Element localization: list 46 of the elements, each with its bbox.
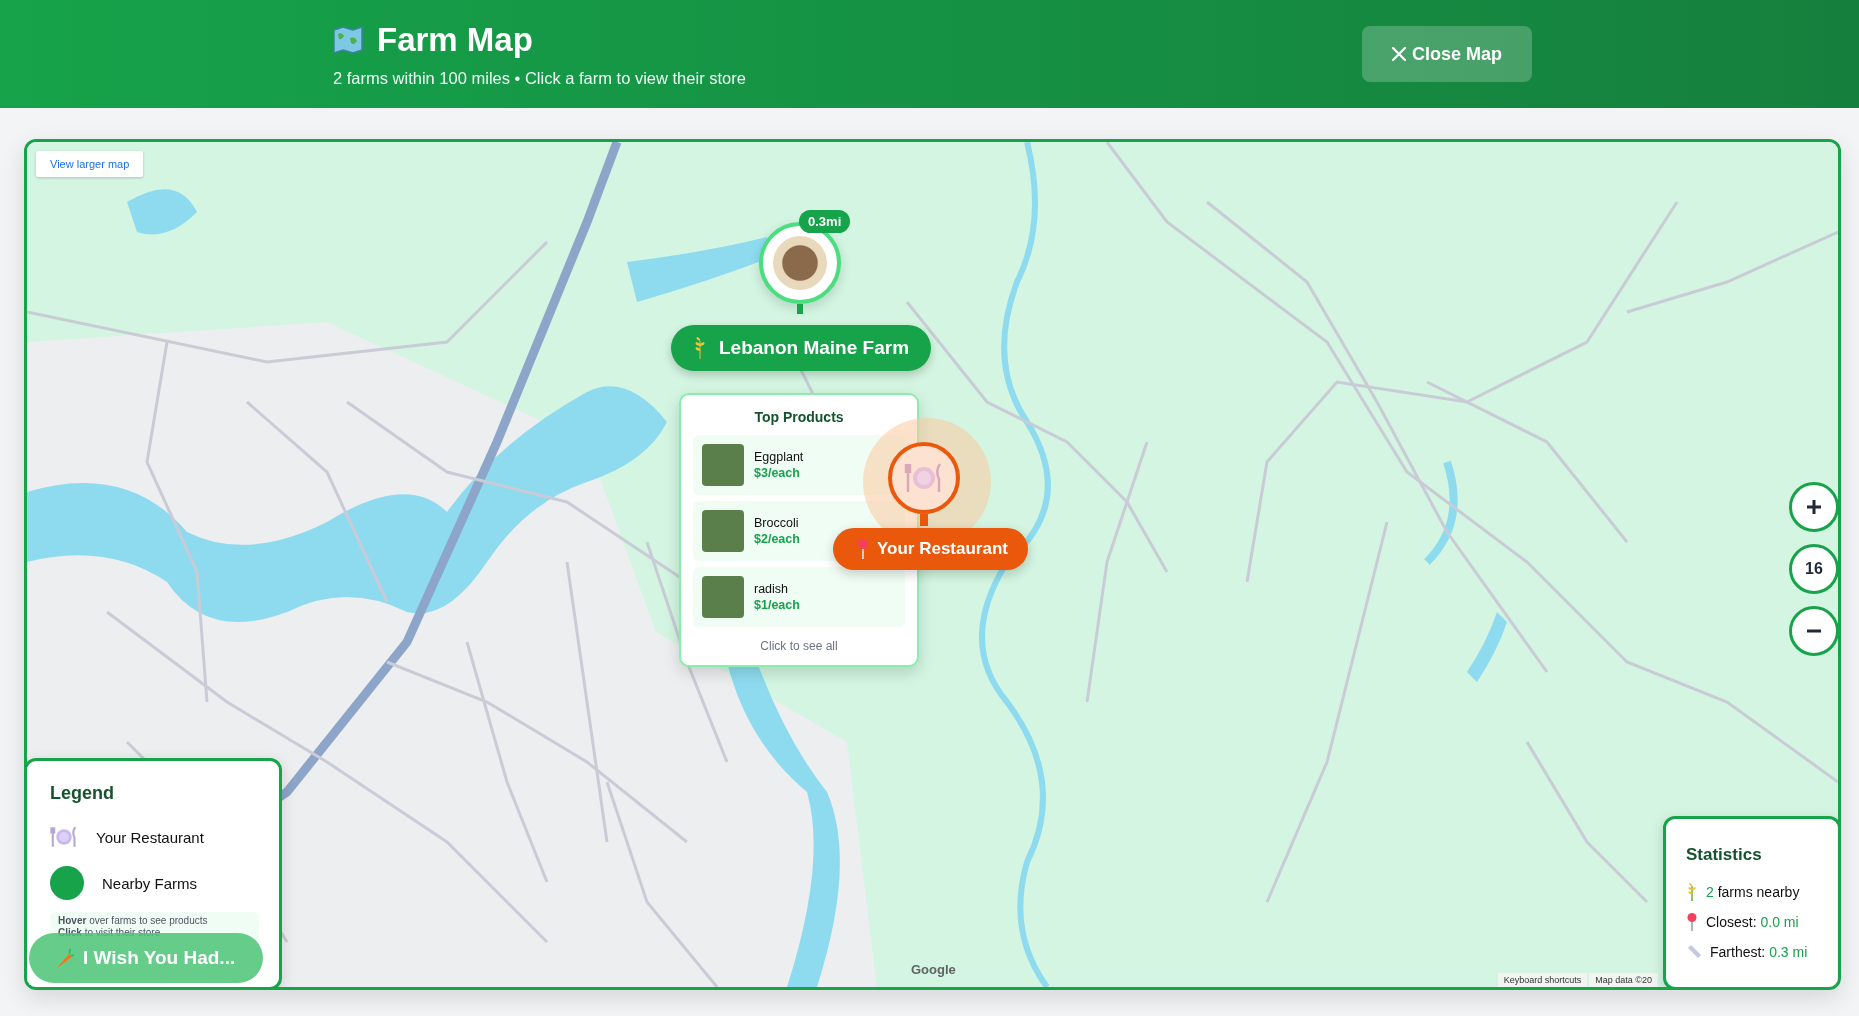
farm-name-label[interactable]: Lebanon Maine Farm — [671, 325, 932, 371]
see-all-link[interactable]: Click to see all — [693, 639, 905, 653]
marker-stem — [797, 304, 803, 314]
stat-text: Closest: 0.0 mi — [1706, 914, 1799, 930]
plate-icon — [50, 824, 78, 850]
farm-logo-placeholder — [773, 236, 827, 290]
map-icon — [333, 25, 363, 54]
product-item[interactable]: Eggplant $3/each — [693, 435, 905, 495]
plate-icon — [904, 461, 944, 495]
wheat-icon — [1686, 883, 1698, 901]
product-name: Eggplant — [754, 450, 804, 464]
legend-label: Nearby Farms — [102, 874, 198, 892]
wheat-icon — [693, 337, 707, 359]
marker-stem — [920, 514, 928, 526]
restaurant-label[interactable]: Your Restaurant — [833, 528, 1028, 570]
ruler-icon — [1686, 944, 1702, 960]
product-photo-placeholder — [702, 510, 744, 552]
close-icon — [1391, 47, 1406, 61]
close-map-button[interactable]: Close Map — [1361, 26, 1532, 82]
map-provider-logo: Google — [911, 962, 956, 977]
stat-text: Farthest: 0.3 mi — [1710, 944, 1808, 960]
product-photo-placeholder — [702, 444, 744, 486]
product-name: radish — [754, 582, 790, 596]
stat-text: 2 farms nearby — [1706, 884, 1800, 900]
legend-title: Legend — [50, 783, 115, 804]
legend-label: Your Restaurant — [96, 828, 204, 846]
product-photo-placeholder — [702, 576, 744, 618]
pin-icon — [1686, 913, 1698, 931]
popup-title: Top Products — [753, 409, 845, 425]
view-larger-map-link[interactable]: View larger map — [36, 151, 144, 177]
farm-dot-icon — [50, 866, 84, 900]
carrot-icon — [55, 947, 75, 969]
statistics-title: Statistics — [1686, 845, 1763, 865]
keyboard-shortcuts-link[interactable]: Keyboard shortcuts — [1497, 973, 1588, 987]
product-price: $1/each — [754, 598, 800, 612]
product-item[interactable]: radish $1/each — [693, 567, 905, 627]
page-subtitle: 2 farms within 100 miles • Click a farm to view their store — [333, 68, 746, 88]
plus-icon — [1806, 499, 1822, 515]
page-title: Farm Map — [377, 20, 533, 59]
hint-text: Hover over farms to see products — [58, 915, 209, 926]
product-price: $3/each — [754, 466, 801, 480]
product-name: Broccoli — [754, 516, 800, 530]
distance-badge: 0.3mi — [799, 210, 851, 233]
pin-icon — [857, 539, 869, 559]
product-price: $2/each — [754, 532, 800, 546]
map-data-attribution: Map data ©20 — [1589, 973, 1658, 987]
